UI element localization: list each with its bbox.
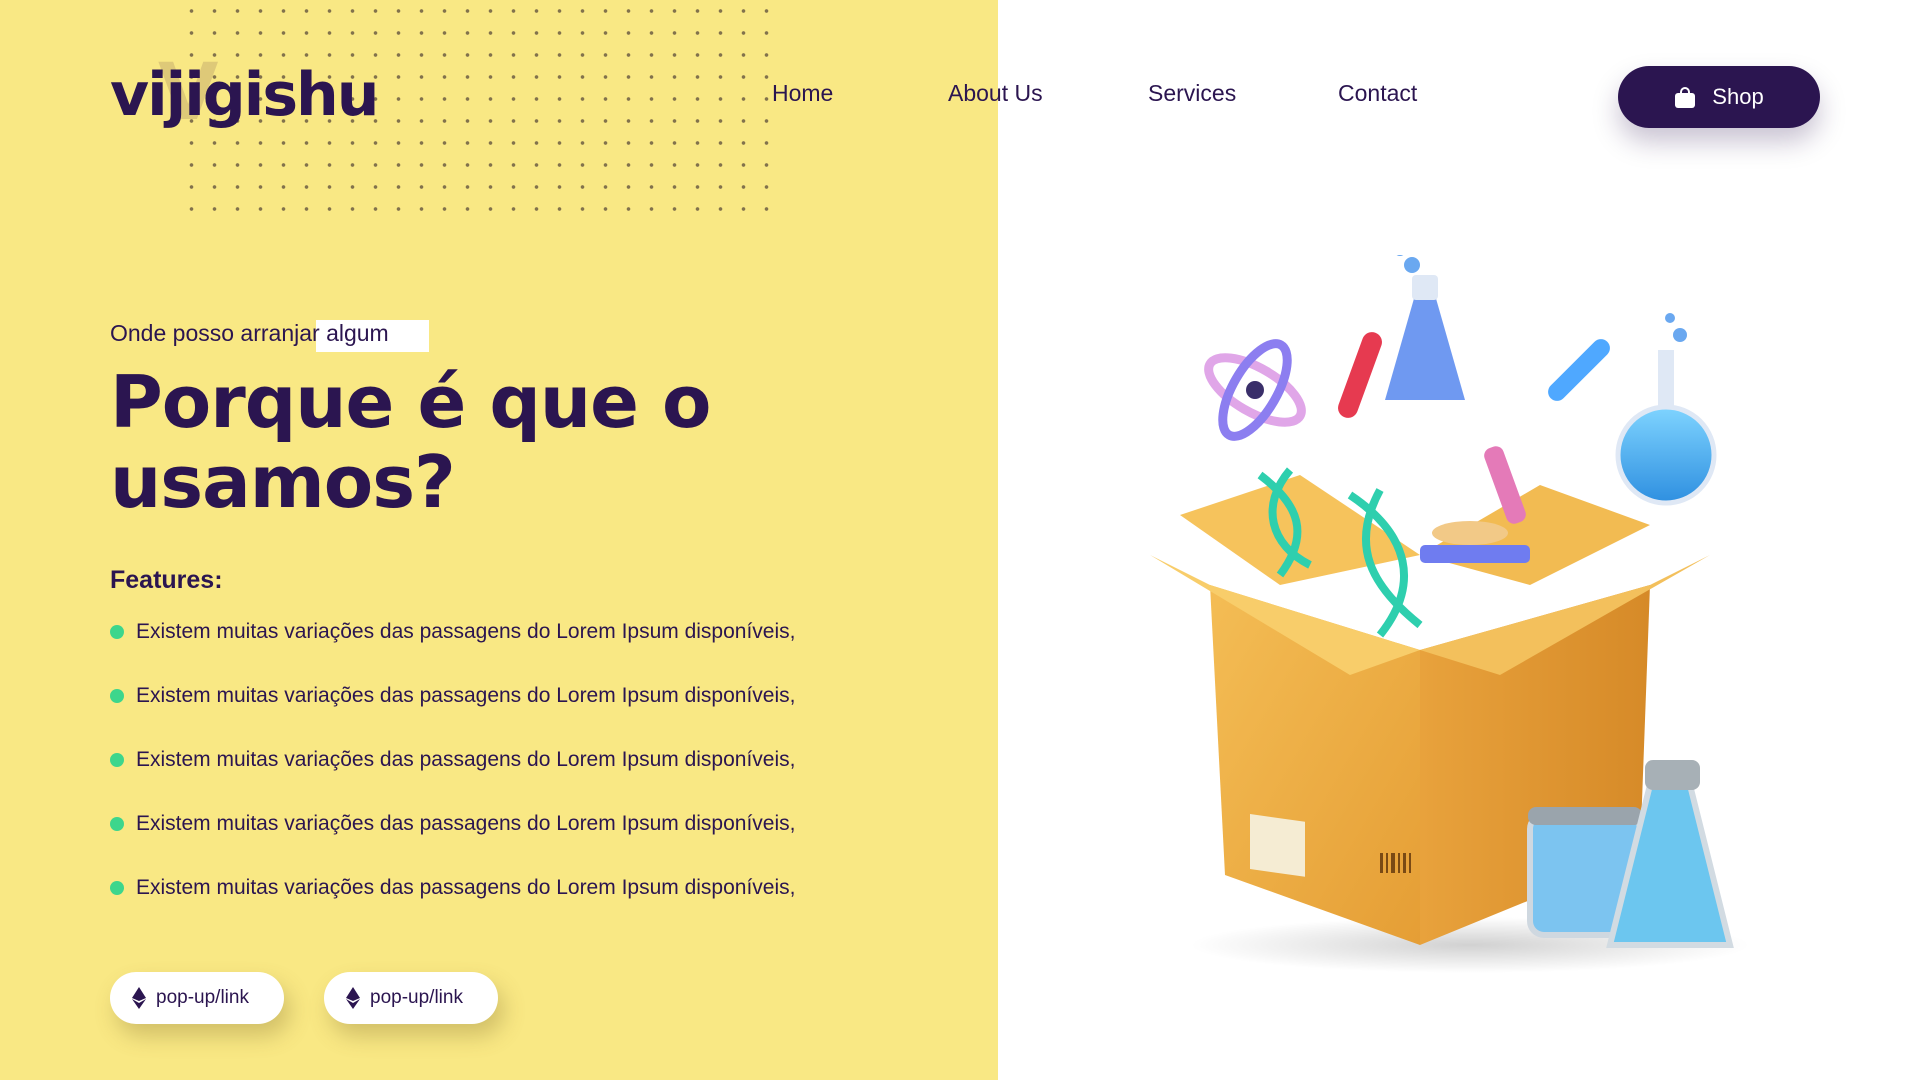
science-box-illustration <box>1150 255 1750 973</box>
shop-button[interactable]: Shop <box>1618 66 1820 128</box>
feature-text: Existem muitas variações das passagens d… <box>136 812 796 835</box>
features-title: Features: <box>110 566 223 594</box>
flask-red-blue-icon <box>1338 255 1465 418</box>
headline-line-2: usamos? <box>110 440 456 524</box>
pop-up-link-label: pop-up/link <box>370 987 463 1008</box>
ethereum-icon <box>346 987 360 1009</box>
hero-subtitle: Onde posso arranjar algum <box>110 320 389 346</box>
feature-item: Existem muitas variações das passagens d… <box>110 746 795 774</box>
logo[interactable]: V vijigishu <box>110 53 379 135</box>
bullet-dot-icon <box>110 817 124 831</box>
test-tube-icon <box>1548 339 1610 401</box>
feature-text: Existem muitas variações das passagens d… <box>136 748 796 771</box>
bullet-dot-icon <box>110 753 124 767</box>
bullet-dot-icon <box>110 881 124 895</box>
bullet-dot-icon <box>110 625 124 639</box>
pop-up-link-label: pop-up/link <box>156 987 249 1008</box>
pop-up-link-button-2[interactable]: pop-up/link <box>324 972 498 1024</box>
feature-text: Existem muitas variações das passagens d… <box>136 876 796 899</box>
hero-headline: Porque é que o usamos? <box>110 362 810 522</box>
bullet-dot-icon <box>110 689 124 703</box>
nav-contact[interactable]: Contact <box>1338 80 1417 107</box>
feature-list: Existem muitas variações das passagens d… <box>110 618 795 938</box>
box-label <box>1250 814 1305 877</box>
nav-about-us[interactable]: About Us <box>948 80 1043 107</box>
pop-up-link-button-1[interactable]: pop-up/link <box>110 972 284 1024</box>
feature-text: Existem muitas variações das passagens d… <box>136 620 796 643</box>
microscope-icon <box>1420 446 1530 563</box>
feature-item: Existem muitas variações das passagens d… <box>110 874 795 902</box>
ethereum-icon <box>132 987 146 1009</box>
round-flask-icon <box>1615 313 1717 506</box>
shopping-bag-icon <box>1674 86 1696 108</box>
feature-text: Existem muitas variações das passagens d… <box>136 684 796 707</box>
headline-line-1: Porque é que o <box>110 360 711 444</box>
feature-item: Existem muitas variações das passagens d… <box>110 682 795 710</box>
atom-icon <box>1204 339 1306 441</box>
feature-item: Existem muitas variações das passagens d… <box>110 810 795 838</box>
nav-home[interactable]: Home <box>772 80 833 107</box>
feature-item: Existem muitas variações das passagens d… <box>110 618 795 646</box>
nav-services[interactable]: Services <box>1148 80 1236 107</box>
shop-button-label: Shop <box>1712 84 1764 109</box>
logo-text: vijigishu <box>110 60 379 130</box>
